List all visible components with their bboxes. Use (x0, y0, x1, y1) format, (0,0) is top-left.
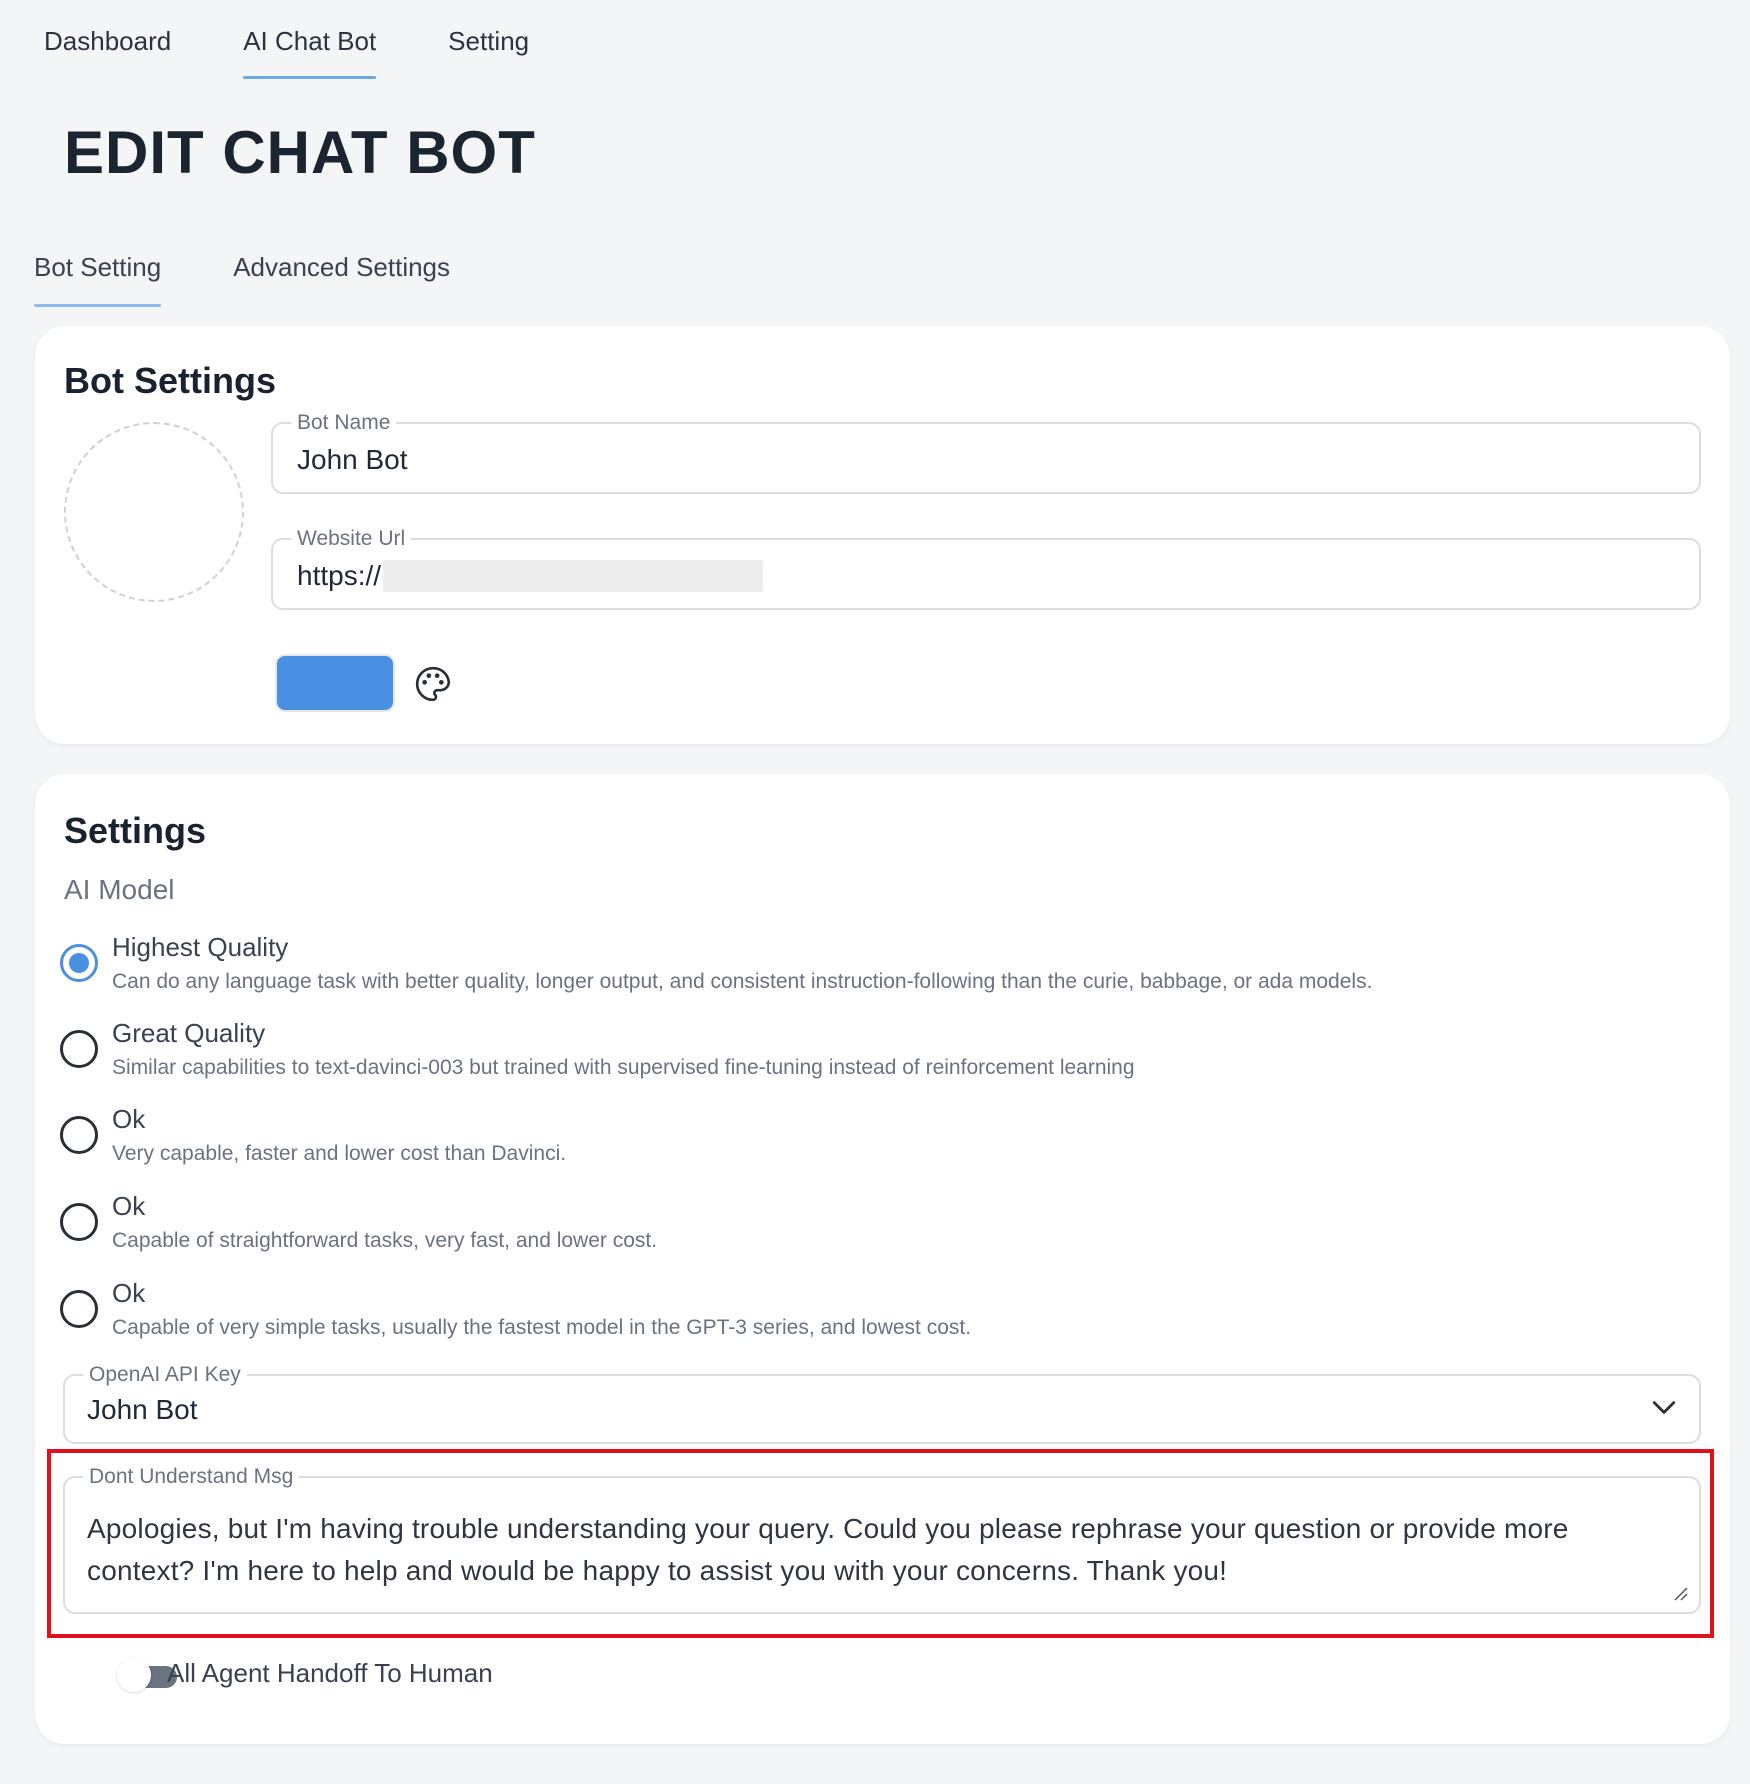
nav-tab-dashboard[interactable]: Dashboard (34, 18, 181, 79)
page-title: EDIT CHAT BOT (64, 119, 536, 186)
model-title: Ok (112, 1278, 146, 1308)
model-desc: Similar capabilities to text-davinci-003… (112, 1056, 1135, 1079)
model-title: Ok (112, 1104, 146, 1134)
toggle-knob (117, 1658, 151, 1692)
model-desc: Can do any language task with better qua… (112, 970, 1373, 993)
website-url-field[interactable]: Website Url https:// (271, 526, 1701, 610)
bot-settings-card: Bot Settings Bot Name John Bot Website U… (35, 326, 1730, 744)
api-key-label: OpenAI API Key (83, 1362, 247, 1388)
api-key-value: John Bot (87, 1394, 198, 1425)
tab-advanced-settings[interactable]: Advanced Settings (233, 250, 450, 307)
palette-icon[interactable] (413, 664, 453, 704)
radio-highest[interactable] (60, 944, 98, 982)
model-desc: Capable of straightforward tasks, very f… (112, 1229, 658, 1252)
handoff-label: All Agent Handoff To Human (167, 1658, 493, 1688)
bot-settings-title: Bot Settings (64, 360, 276, 401)
chevron-down-icon[interactable] (1651, 1398, 1677, 1418)
radio-ok-2[interactable] (60, 1203, 98, 1241)
bot-name-field[interactable]: Bot Name John Bot (271, 410, 1701, 494)
bot-name-value: John Bot (297, 444, 408, 475)
model-title: Great Quality (112, 1018, 266, 1048)
redacted-url (383, 560, 763, 592)
bot-name-label: Bot Name (291, 410, 397, 436)
model-title: Highest Quality (112, 932, 289, 962)
api-key-select[interactable]: OpenAI API Key John Bot (63, 1362, 1701, 1444)
nav-tab-setting[interactable]: Setting (438, 18, 539, 79)
radio-ok-3[interactable] (60, 1290, 98, 1328)
radio-great[interactable] (60, 1030, 98, 1068)
website-url-label: Website Url (291, 526, 412, 552)
color-swatch-button[interactable] (275, 654, 395, 712)
highlight-box (47, 1449, 1714, 1638)
ai-model-label: AI Model (64, 874, 175, 905)
website-url-value: https:// (297, 560, 382, 591)
model-desc: Very capable, faster and lower cost than… (112, 1142, 567, 1165)
radio-ok-1[interactable] (60, 1116, 98, 1154)
top-nav: Dashboard AI Chat Bot Setting (34, 18, 591, 79)
model-title: Ok (112, 1191, 146, 1221)
avatar-upload[interactable] (64, 422, 244, 602)
nav-tab-ai-chat-bot[interactable]: AI Chat Bot (233, 18, 386, 79)
model-desc: Capable of very simple tasks, usually th… (112, 1316, 972, 1339)
sub-nav: Bot Setting Advanced Settings (34, 250, 522, 307)
settings-title: Settings (64, 810, 207, 851)
tab-bot-setting[interactable]: Bot Setting (34, 250, 162, 307)
